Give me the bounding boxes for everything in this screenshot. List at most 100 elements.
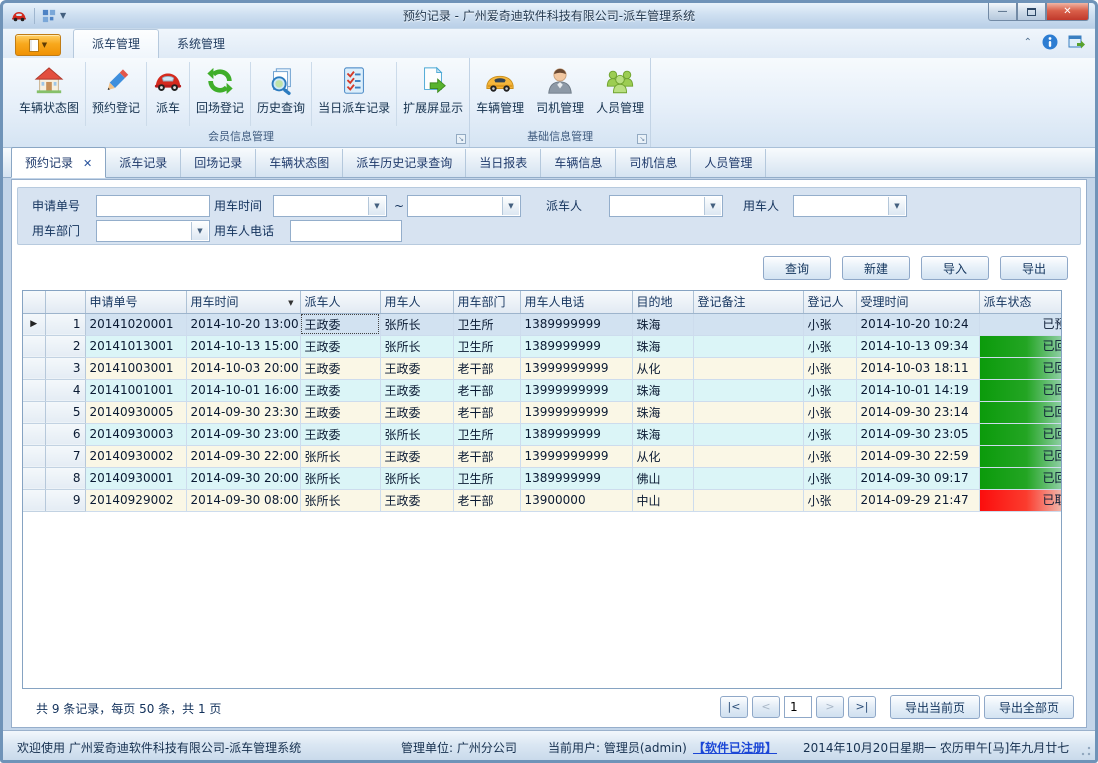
close-button[interactable]: ✕ (1046, 3, 1089, 21)
table-cell[interactable]: 王政委 (380, 489, 453, 511)
table-cell[interactable]: 20140930003 (85, 423, 186, 445)
table-cell[interactable]: 小张 (803, 401, 856, 423)
table-cell[interactable]: 王政委 (300, 423, 380, 445)
request-no-input[interactable] (96, 195, 210, 217)
row-number[interactable]: 4 (45, 379, 85, 401)
status-cell[interactable]: 已回场 (979, 445, 1062, 467)
table-cell[interactable] (693, 379, 803, 401)
table-cell[interactable]: 张所长 (300, 467, 380, 489)
table-row[interactable]: 8201409300012014-09-30 20:00张所长张所长卫生所138… (23, 467, 1062, 489)
table-cell[interactable]: 珠海 (632, 423, 693, 445)
table-cell[interactable]: 20141013001 (85, 335, 186, 357)
table-row[interactable]: 2201410130012014-10-13 15:00王政委张所长卫生所138… (23, 335, 1062, 357)
table-cell[interactable] (693, 445, 803, 467)
workspace-switch-icon[interactable] (1068, 34, 1085, 50)
table-cell[interactable]: 20140930001 (85, 467, 186, 489)
tab-dispatch-history-query[interactable]: 派车历史记录查询 (343, 149, 466, 177)
table-cell[interactable]: 20141001001 (85, 379, 186, 401)
table-cell[interactable]: 2014-09-30 23:00 (186, 423, 300, 445)
table-cell[interactable]: 小张 (803, 379, 856, 401)
column-header[interactable]: 派车状态 (979, 291, 1062, 313)
status-cell[interactable]: 已回场 (979, 467, 1062, 489)
vehicle-status-chart-button[interactable]: 车辆状态图 (13, 62, 86, 126)
table-cell[interactable]: 20141020001 (85, 313, 186, 335)
group-dialog-launcher-icon[interactable]: ↘ (637, 134, 647, 144)
row-indicator[interactable] (23, 445, 45, 467)
table-cell[interactable]: 20141003001 (85, 357, 186, 379)
status-cell[interactable]: 已回场 (979, 335, 1062, 357)
table-cell[interactable]: 1389999999 (520, 335, 632, 357)
table-cell[interactable]: 王政委 (380, 379, 453, 401)
table-row[interactable]: 6201409300032014-09-30 23:00王政委张所长卫生所138… (23, 423, 1062, 445)
tab-return-records[interactable]: 回场记录 (181, 149, 256, 177)
query-button[interactable]: 查询 (763, 256, 831, 280)
dropdown-arrow-icon[interactable]: ▼ (704, 197, 721, 215)
table-row[interactable]: 9201409290022014-09-30 08:00张所长王政委老干部139… (23, 489, 1062, 511)
column-header[interactable]: 受理时间 (856, 291, 979, 313)
table-cell[interactable] (693, 467, 803, 489)
row-indicator[interactable] (23, 467, 45, 489)
tab-dispatch-records[interactable]: 派车记录 (106, 149, 181, 177)
dropdown-arrow-icon[interactable]: ▼ (191, 222, 208, 240)
table-cell[interactable]: 王政委 (300, 401, 380, 423)
table-cell[interactable]: 王政委 (300, 313, 380, 335)
table-cell[interactable]: 2014-09-30 20:00 (186, 467, 300, 489)
collapse-ribbon-icon[interactable]: ⌃ (1024, 37, 1032, 48)
tab-vehicle-info[interactable]: 车辆信息 (541, 149, 616, 177)
table-row[interactable]: 4201410010012014-10-01 16:00王政委王政委老干部139… (23, 379, 1062, 401)
row-number[interactable]: 7 (45, 445, 85, 467)
table-cell[interactable]: 2014-10-03 18:11 (856, 357, 979, 379)
extended-screen-button[interactable]: 扩展屏显示 (397, 62, 469, 126)
reservation-register-button[interactable]: 预约登记 (86, 62, 147, 126)
table-cell[interactable]: 2014-10-20 13:00 (186, 313, 300, 335)
use-time-to-combo[interactable]: ▼ (407, 195, 521, 217)
table-cell[interactable]: 珠海 (632, 379, 693, 401)
dropdown-arrow-icon[interactable]: ▼ (368, 197, 385, 215)
ribbon-tab-dispatch-management[interactable]: 派车管理 (73, 29, 159, 58)
column-header[interactable]: 登记备注 (693, 291, 803, 313)
status-cell[interactable]: 已回场 (979, 357, 1062, 379)
table-cell[interactable]: 2014-09-30 08:00 (186, 489, 300, 511)
table-cell[interactable]: 1389999999 (520, 467, 632, 489)
table-row[interactable]: 7201409300022014-09-30 22:00张所长王政委老干部139… (23, 445, 1062, 467)
table-cell[interactable]: 13999999999 (520, 379, 632, 401)
table-cell[interactable]: 从化 (632, 357, 693, 379)
table-cell[interactable] (693, 423, 803, 445)
table-cell[interactable]: 珠海 (632, 401, 693, 423)
table-cell[interactable]: 2014-10-01 16:00 (186, 379, 300, 401)
table-cell[interactable]: 小张 (803, 423, 856, 445)
create-button[interactable]: 新建 (842, 256, 910, 280)
table-cell[interactable]: 2014-09-29 21:47 (856, 489, 979, 511)
row-indicator[interactable] (23, 401, 45, 423)
table-cell[interactable]: 小张 (803, 467, 856, 489)
table-cell[interactable]: 13900000 (520, 489, 632, 511)
table-cell[interactable]: 老干部 (453, 489, 520, 511)
table-cell[interactable] (693, 313, 803, 335)
table-cell[interactable]: 老干部 (453, 445, 520, 467)
table-cell[interactable]: 2014-09-30 23:30 (186, 401, 300, 423)
department-combo[interactable]: ▼ (96, 220, 210, 242)
table-cell[interactable]: 2014-10-20 10:24 (856, 313, 979, 335)
table-cell[interactable]: 2014-10-01 14:19 (856, 379, 979, 401)
tab-personnel-manage[interactable]: 人员管理 (691, 149, 766, 177)
column-header[interactable]: 登记人 (803, 291, 856, 313)
application-menu-button[interactable]: ▼ (15, 34, 61, 56)
export-all-pages-button[interactable]: 导出全部页 (984, 695, 1074, 719)
table-cell[interactable]: 小张 (803, 489, 856, 511)
table-cell[interactable] (693, 357, 803, 379)
table-cell[interactable]: 老干部 (453, 401, 520, 423)
table-cell[interactable]: 卫生所 (453, 335, 520, 357)
dropdown-arrow-icon[interactable]: ▼ (502, 197, 519, 215)
table-cell[interactable]: 张所长 (380, 313, 453, 335)
close-tab-icon[interactable]: ✕ (83, 157, 92, 170)
export-current-page-button[interactable]: 导出当前页 (890, 695, 980, 719)
status-cell[interactable]: 已取消 (979, 489, 1062, 511)
table-cell[interactable]: 2014-10-13 09:34 (856, 335, 979, 357)
table-cell[interactable]: 13999999999 (520, 357, 632, 379)
column-header[interactable]: 申请单号 (85, 291, 186, 313)
table-cell[interactable]: 卫生所 (453, 313, 520, 335)
table-cell[interactable]: 王政委 (300, 335, 380, 357)
column-header[interactable]: 用车人电话 (520, 291, 632, 313)
table-cell[interactable]: 1389999999 (520, 423, 632, 445)
status-cell[interactable]: 已回场 (979, 379, 1062, 401)
